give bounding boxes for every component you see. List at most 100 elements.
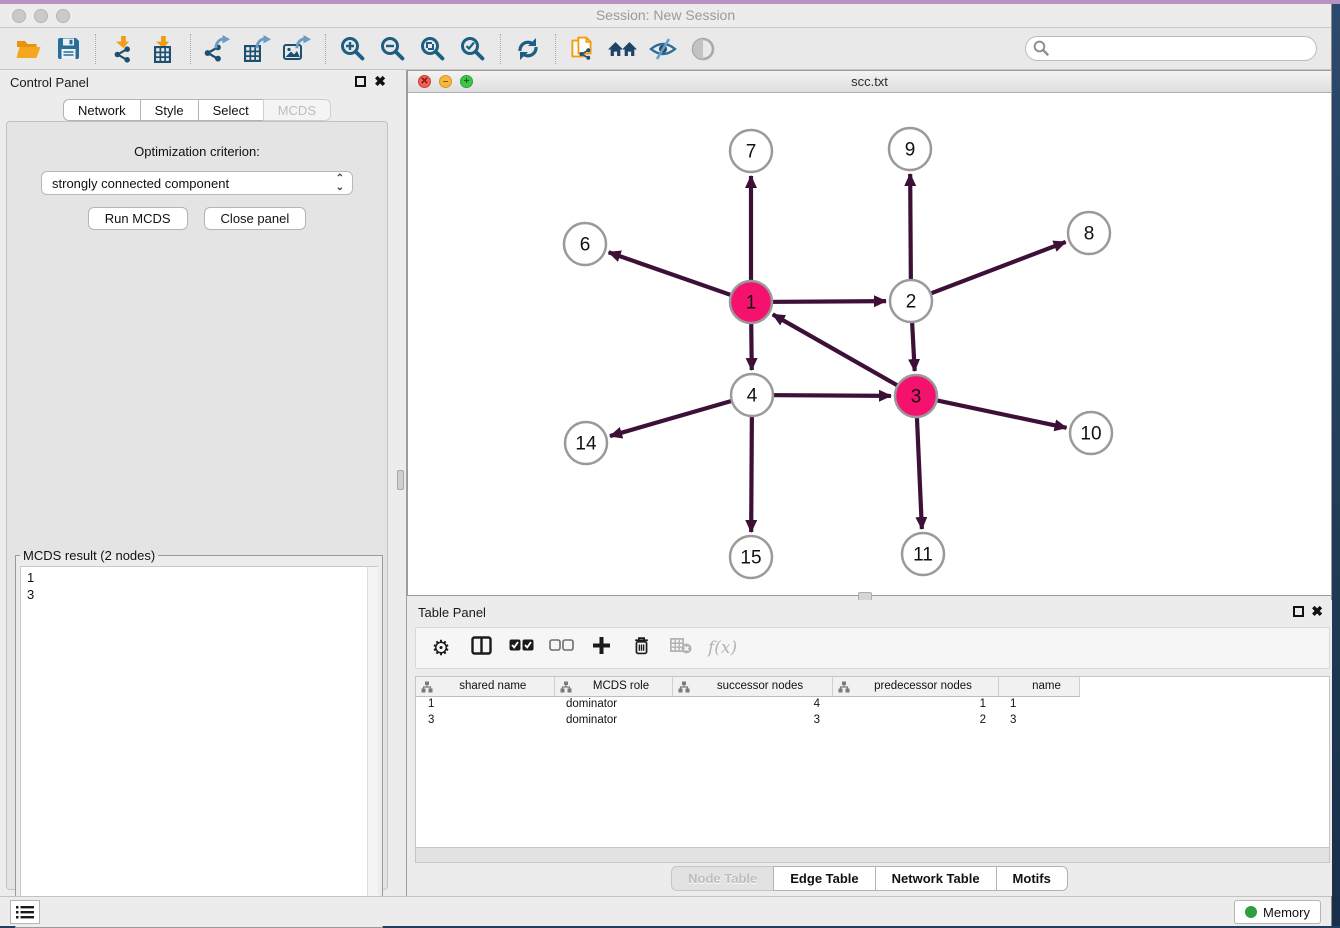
table-row[interactable]: 3dominator323 xyxy=(416,712,1108,728)
home-button[interactable] xyxy=(603,32,643,66)
table-row[interactable]: 1dominator411 xyxy=(416,696,1108,712)
task-history-button[interactable] xyxy=(10,900,40,924)
graph-edge-1-2[interactable] xyxy=(755,301,886,302)
close-panel-button[interactable]: Close panel xyxy=(204,207,307,230)
table-hscrollbar[interactable] xyxy=(415,848,1330,863)
fx-icon: f(x) xyxy=(708,638,737,658)
add-column-button[interactable] xyxy=(588,636,614,660)
mcds-result-box: MCDS result (2 nodes) 13 xyxy=(15,548,383,928)
network-window-titlebar: ✕ – + scc.txt xyxy=(408,71,1331,93)
zoom-selected-button[interactable] xyxy=(453,32,493,66)
save-session-button[interactable] xyxy=(48,32,88,66)
zoom-out-button[interactable] xyxy=(373,32,413,66)
column-layout-button[interactable] xyxy=(468,636,494,660)
tab-network[interactable]: Network xyxy=(63,99,140,121)
column-header-successor-nodes: successor nodes xyxy=(717,680,803,692)
table-cell[interactable]: 1 xyxy=(416,696,554,712)
home-icon xyxy=(608,39,638,59)
refresh-button[interactable] xyxy=(508,32,548,66)
import-network-button[interactable] xyxy=(103,32,143,66)
table-cell[interactable]: 1 xyxy=(832,696,998,712)
zoom-in-button[interactable] xyxy=(333,32,373,66)
tab-mcds[interactable]: MCDS xyxy=(263,99,331,121)
table-column-header[interactable]: name xyxy=(998,677,1079,696)
float-panel-icon[interactable] xyxy=(355,76,366,87)
table-column-header[interactable]: shared name xyxy=(416,677,554,696)
import-table-icon xyxy=(150,35,176,63)
column-layout-icon xyxy=(471,636,492,655)
table-cell[interactable]: 1 xyxy=(998,696,1079,712)
table-cell[interactable]: dominator xyxy=(554,696,672,712)
graph-edge-2-8[interactable] xyxy=(915,242,1066,300)
table-cell[interactable]: 4 xyxy=(672,696,832,712)
table-settings-button[interactable]: ⚙ xyxy=(428,636,454,661)
delete-column-button[interactable] xyxy=(628,636,654,660)
table-column-header[interactable]: successor nodes xyxy=(672,677,832,696)
table-toolbar: ⚙ xyxy=(415,627,1330,669)
column-header-predecessor-nodes: predecessor nodes xyxy=(874,680,972,692)
export-table-button[interactable] xyxy=(238,32,278,66)
delete-table-icon xyxy=(670,638,692,654)
show-selected-button[interactable] xyxy=(683,32,723,66)
graph-edge-3-10[interactable] xyxy=(920,397,1067,428)
criterion-value: strongly connected component xyxy=(52,176,229,191)
control-panel-title: Control Panel xyxy=(10,75,89,90)
table-cell[interactable]: 2 xyxy=(832,712,998,728)
close-panel-icon[interactable]: ✖ xyxy=(374,75,386,88)
select-all-button[interactable] xyxy=(508,639,534,657)
deselect-all-button[interactable] xyxy=(548,639,574,657)
graph-edge-4-15[interactable] xyxy=(751,399,752,532)
table-close-icon[interactable]: ✖ xyxy=(1311,605,1323,618)
hide-selected-button[interactable] xyxy=(643,32,683,66)
tab-motifs[interactable]: Motifs xyxy=(996,866,1068,891)
window-title: Session: New Session xyxy=(0,7,1331,23)
graph-edge-2-9[interactable] xyxy=(910,174,911,297)
open-session-button[interactable] xyxy=(8,32,48,66)
table-float-icon[interactable] xyxy=(1293,606,1304,617)
export-network-button[interactable] xyxy=(198,32,238,66)
criterion-select[interactable]: strongly connected component ⌃⌄ xyxy=(41,171,353,195)
search-field-wrap xyxy=(1025,36,1317,61)
memory-button[interactable]: Memory xyxy=(1234,900,1321,924)
table-column-header[interactable]: predecessor nodes xyxy=(832,677,998,696)
network-canvas[interactable]: 1234678910111415 xyxy=(408,93,1331,595)
run-mcds-button[interactable]: Run MCDS xyxy=(88,207,188,230)
desktop-wallpaper-right xyxy=(1332,4,1340,926)
table-cell[interactable]: 3 xyxy=(998,712,1079,728)
duplicate-network-button[interactable] xyxy=(563,32,603,66)
trash-icon xyxy=(633,636,650,655)
import-table-button[interactable] xyxy=(143,32,183,66)
tab-network-table[interactable]: Network Table xyxy=(875,866,996,891)
splitter-grip[interactable] xyxy=(397,470,404,490)
search-input[interactable] xyxy=(1025,36,1317,61)
graph-node-label: 1 xyxy=(746,293,757,314)
tab-select[interactable]: Select xyxy=(198,99,263,121)
attribute-tree-icon xyxy=(421,681,433,693)
table-cell[interactable]: 3 xyxy=(416,712,554,728)
graph-edge-4-3[interactable] xyxy=(756,395,891,396)
duplicate-network-icon xyxy=(570,35,596,63)
vertical-splitter[interactable] xyxy=(394,70,407,896)
tab-node-table[interactable]: Node Table xyxy=(671,866,773,891)
zoom-fit-button[interactable] xyxy=(413,32,453,66)
eye-slash-icon xyxy=(649,37,677,61)
table-cell[interactable]: 3 xyxy=(672,712,832,728)
graph-edge-1-6[interactable] xyxy=(609,252,748,300)
table-column-header[interactable]: MCDS role xyxy=(554,677,672,696)
select-stepper-icon: ⌃⌄ xyxy=(336,174,344,192)
graph-edge-4-14[interactable] xyxy=(610,396,748,436)
delete-table-button[interactable] xyxy=(668,638,694,659)
export-table-icon xyxy=(243,35,273,63)
graph-node-label: 9 xyxy=(905,140,916,161)
column-header-MCDS-role: MCDS role xyxy=(593,680,649,692)
mcds-result-scrollbar[interactable] xyxy=(367,566,378,910)
attribute-tree-icon xyxy=(838,681,850,693)
graph-edge-3-1[interactable] xyxy=(773,314,913,394)
function-builder-button[interactable]: f(x) xyxy=(708,638,734,658)
export-image-button[interactable] xyxy=(278,32,318,66)
mcds-result-list[interactable]: 13 xyxy=(20,566,378,910)
tab-edge-table[interactable]: Edge Table xyxy=(773,866,874,891)
table-cell[interactable]: dominator xyxy=(554,712,672,728)
tab-style[interactable]: Style xyxy=(140,99,198,121)
graph-edge-3-11[interactable] xyxy=(916,400,922,529)
